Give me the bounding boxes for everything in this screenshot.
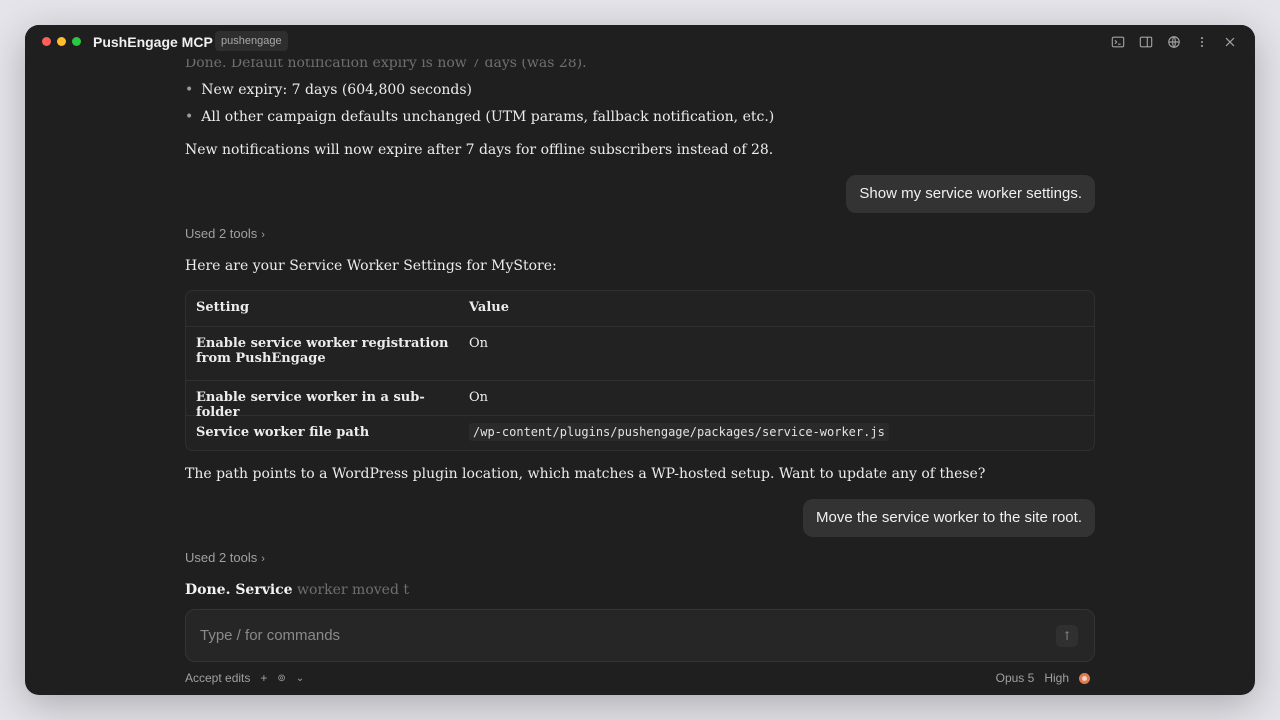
- arrow-up-icon: ↑: [1061, 629, 1073, 643]
- add-button[interactable]: +: [260, 671, 267, 685]
- zoom-window-button[interactable]: [72, 37, 81, 46]
- list-item: • All other campaign defaults unchanged (…: [185, 109, 775, 125]
- composer-footer-right: Opus 5 High: [996, 671, 1090, 685]
- minimize-window-button[interactable]: [57, 37, 66, 46]
- chevron-down-icon[interactable]: ⌄: [296, 673, 304, 684]
- title-bar: PushEngage MCP pushengage: [25, 25, 1255, 59]
- accept-edits-toggle[interactable]: Accept edits: [185, 671, 250, 685]
- table-header-row: Setting Value: [186, 291, 1094, 326]
- close-window-button[interactable]: [42, 37, 51, 46]
- list-item: • New expiry: 7 days (604,800 seconds): [185, 82, 473, 98]
- table-cell: Service worker file path: [196, 425, 370, 440]
- table-cell: On: [469, 336, 489, 351]
- window-title: PushEngage MCP: [93, 34, 213, 50]
- project-tag[interactable]: pushengage: [215, 31, 288, 51]
- composer: ↑: [185, 609, 1095, 662]
- message-input[interactable]: [200, 610, 1040, 661]
- status-indicator-icon[interactable]: [1079, 672, 1090, 684]
- app-window: Done. Default notification expiry is now…: [25, 25, 1255, 695]
- terminal-icon[interactable]: [1110, 34, 1126, 50]
- close-icon[interactable]: [1222, 34, 1238, 50]
- used-tools-toggle[interactable]: Used 2 tools ›: [185, 226, 265, 241]
- table-cell: On: [469, 390, 489, 405]
- chevron-right-icon: ›: [261, 229, 265, 241]
- user-message: Move the service worker to the site root…: [803, 499, 1095, 537]
- assistant-paragraph: Here are your Service Worker Settings fo…: [185, 258, 557, 274]
- split-panel-icon[interactable]: [1138, 34, 1154, 50]
- table-row: Service worker file path /wp-content/plu…: [186, 415, 1094, 450]
- table-cell: Enable service worker registration from …: [196, 336, 449, 366]
- code-path: /wp-content/plugins/pushengage/packages/…: [469, 423, 889, 441]
- send-button[interactable]: ↑: [1056, 625, 1078, 647]
- more-vertical-icon[interactable]: [1194, 34, 1210, 50]
- table-row: Enable service worker in a sub-folder On: [186, 380, 1094, 420]
- user-message: Show my service worker settings.: [846, 175, 1095, 213]
- model-selector[interactable]: Opus 5: [996, 671, 1035, 685]
- chevron-right-icon: ›: [261, 553, 265, 565]
- chat-transcript: Done. Default notification expiry is now…: [25, 25, 1255, 695]
- assistant-paragraph: New notifications will now expire after …: [185, 142, 774, 158]
- assistant-streaming-message: Done. Service worker moved t: [185, 582, 409, 598]
- table-row: Enable service worker registration from …: [186, 326, 1094, 380]
- composer-footer-left: Accept edits + ⊚ ⌄: [185, 671, 304, 685]
- effort-selector[interactable]: High: [1044, 671, 1069, 685]
- used-tools-toggle[interactable]: Used 2 tools ›: [185, 550, 265, 565]
- globe-icon[interactable]: [1166, 34, 1182, 50]
- table-cell: /wp-content/plugins/pushengage/packages/…: [459, 416, 1094, 450]
- table-header: Value: [469, 300, 509, 315]
- table-cell: Enable service worker in a sub-folder: [196, 390, 425, 420]
- settings-table: Setting Value Enable service worker regi…: [185, 290, 1095, 451]
- mention-icon[interactable]: ⊚: [277, 673, 285, 684]
- assistant-paragraph: The path points to a WordPress plugin lo…: [185, 466, 986, 482]
- table-header: Setting: [196, 300, 250, 315]
